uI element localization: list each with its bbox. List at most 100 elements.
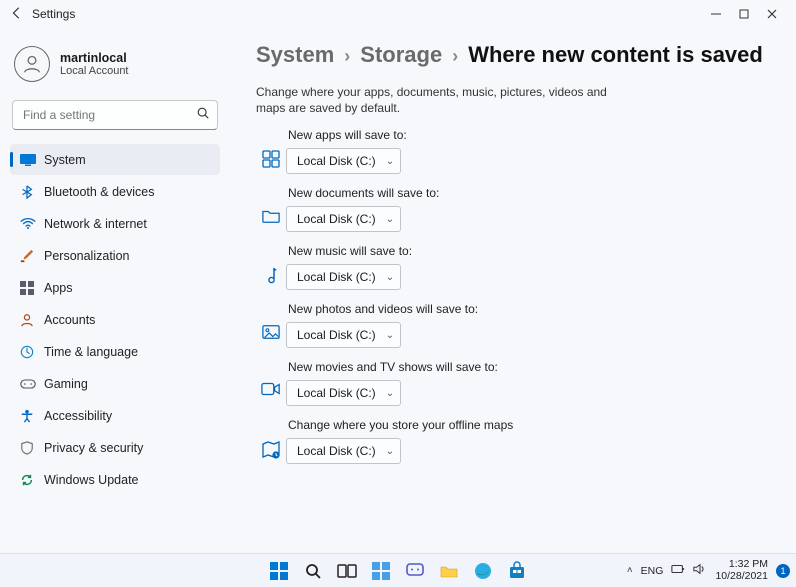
sidebar-item-personalization[interactable]: Personalization	[10, 240, 220, 271]
sidebar-item-label: Bluetooth & devices	[44, 185, 155, 199]
breadcrumb-storage[interactable]: Storage	[360, 42, 442, 68]
bluetooth-icon	[20, 185, 44, 199]
setting-label: Change where you store your offline maps	[286, 418, 513, 432]
system-icon	[20, 154, 44, 166]
sidebar-item-label: Network & internet	[44, 217, 147, 231]
dropdown-value: Local Disk (C:)	[297, 444, 376, 458]
language-indicator[interactable]: ENG	[641, 565, 664, 577]
minimize-button[interactable]	[702, 9, 730, 19]
setting-label: New movies and TV shows will save to:	[286, 360, 498, 374]
sidebar-item-accounts[interactable]: Accounts	[10, 304, 220, 335]
breadcrumb-system[interactable]: System	[256, 42, 334, 68]
picture-icon	[256, 324, 286, 340]
chevron-down-icon: ⌄	[386, 272, 394, 283]
setting-row-music: New music will save to: Local Disk (C:) …	[256, 244, 768, 290]
docs-drive-dropdown[interactable]: Local Disk (C:) ⌄	[286, 206, 401, 232]
start-button[interactable]	[264, 556, 294, 586]
sidebar-item-network[interactable]: Network & internet	[10, 208, 220, 239]
network-tray-icon[interactable]	[671, 563, 685, 578]
movies-drive-dropdown[interactable]: Local Disk (C:) ⌄	[286, 380, 401, 406]
notification-badge[interactable]: 1	[776, 564, 790, 578]
update-icon	[20, 473, 44, 487]
window-title: Settings	[32, 7, 75, 21]
chevron-down-icon: ⌄	[386, 388, 394, 399]
page-description: Change where your apps, documents, music…	[256, 84, 616, 116]
main-panel: System › Storage › Where new content is …	[230, 28, 796, 553]
file-explorer-button[interactable]	[434, 556, 464, 586]
back-button[interactable]	[10, 6, 32, 23]
sidebar-item-label: Windows Update	[44, 473, 139, 487]
photos-drive-dropdown[interactable]: Local Disk (C:) ⌄	[286, 322, 401, 348]
chevron-down-icon: ⌄	[386, 156, 394, 167]
sidebar-item-label: Accessibility	[44, 409, 112, 423]
store-button[interactable]	[502, 556, 532, 586]
setting-row-docs: New documents will save to: Local Disk (…	[256, 186, 768, 232]
sidebar-item-bluetooth[interactable]: Bluetooth & devices	[10, 176, 220, 207]
system-tray: ˄ ENG 1:32 PM 10/28/2021 1	[627, 559, 790, 581]
widgets-button[interactable]	[366, 556, 396, 586]
maximize-button[interactable]	[730, 9, 758, 19]
sidebar-item-label: Personalization	[44, 249, 129, 263]
volume-tray-icon[interactable]	[693, 563, 707, 578]
video-icon	[256, 382, 286, 396]
dropdown-value: Local Disk (C:)	[297, 212, 376, 226]
user-name: martinlocal	[60, 51, 129, 65]
close-button[interactable]	[758, 9, 786, 19]
tray-overflow-button[interactable]: ˄	[627, 565, 633, 576]
app-grid-icon	[256, 150, 286, 168]
chevron-down-icon: ⌄	[386, 446, 394, 457]
setting-row-apps: New apps will save to: Local Disk (C:) ⌄	[256, 128, 768, 174]
chat-button[interactable]	[400, 556, 430, 586]
sidebar-item-label: Accounts	[44, 313, 95, 327]
user-block[interactable]: martinlocal Local Account	[14, 46, 220, 82]
dropdown-value: Local Disk (C:)	[297, 386, 376, 400]
sidebar-item-label: System	[44, 153, 86, 167]
shield-icon	[20, 441, 44, 455]
search-input[interactable]	[12, 100, 218, 130]
sidebar-item-update[interactable]: Windows Update	[10, 464, 220, 495]
search-field-wrapper	[12, 100, 218, 130]
breadcrumb: System › Storage › Where new content is …	[256, 42, 768, 68]
paintbrush-icon	[20, 249, 44, 263]
chevron-right-icon: ›	[452, 46, 458, 67]
sidebar-item-privacy[interactable]: Privacy & security	[10, 432, 220, 463]
chevron-down-icon: ⌄	[386, 214, 394, 225]
task-view-button[interactable]	[332, 556, 362, 586]
sidebar-item-system[interactable]: System	[10, 144, 220, 175]
sidebar-item-gaming[interactable]: Gaming	[10, 368, 220, 399]
accessibility-icon	[20, 409, 44, 423]
sidebar-item-label: Time & language	[44, 345, 138, 359]
taskbar-clock[interactable]: 1:32 PM 10/28/2021	[715, 559, 768, 581]
breadcrumb-current: Where new content is saved	[468, 42, 763, 68]
wifi-icon	[20, 218, 44, 230]
sidebar-item-apps[interactable]: Apps	[10, 272, 220, 303]
music-note-icon	[256, 266, 286, 284]
folder-icon	[256, 208, 286, 224]
edge-button[interactable]	[468, 556, 498, 586]
taskbar-search-button[interactable]	[298, 556, 328, 586]
dropdown-value: Local Disk (C:)	[297, 154, 376, 168]
sidebar-item-label: Apps	[44, 281, 73, 295]
setting-label: New documents will save to:	[286, 186, 439, 200]
setting-label: New apps will save to:	[286, 128, 407, 142]
apps-icon	[20, 281, 44, 295]
setting-label: New music will save to:	[286, 244, 412, 258]
setting-row-movies: New movies and TV shows will save to: Lo…	[256, 360, 768, 406]
sidebar-item-accessibility[interactable]: Accessibility	[10, 400, 220, 431]
maps-drive-dropdown[interactable]: Local Disk (C:) ⌄	[286, 438, 401, 464]
dropdown-value: Local Disk (C:)	[297, 270, 376, 284]
sidebar-item-time[interactable]: Time & language	[10, 336, 220, 367]
user-account-type: Local Account	[60, 65, 129, 77]
search-icon[interactable]	[196, 106, 210, 123]
setting-label: New photos and videos will save to:	[286, 302, 478, 316]
sidebar: martinlocal Local Account System Bluetoo…	[0, 28, 230, 553]
setting-row-photos: New photos and videos will save to: Loca…	[256, 302, 768, 348]
taskbar-center	[264, 556, 532, 586]
music-drive-dropdown[interactable]: Local Disk (C:) ⌄	[286, 264, 401, 290]
apps-drive-dropdown[interactable]: Local Disk (C:) ⌄	[286, 148, 401, 174]
setting-row-maps: Change where you store your offline maps…	[256, 418, 768, 464]
taskbar-date: 10/28/2021	[715, 571, 768, 582]
sidebar-item-label: Privacy & security	[44, 441, 143, 455]
sidebar-item-label: Gaming	[44, 377, 88, 391]
sidebar-nav: System Bluetooth & devices Network & int…	[10, 144, 220, 495]
